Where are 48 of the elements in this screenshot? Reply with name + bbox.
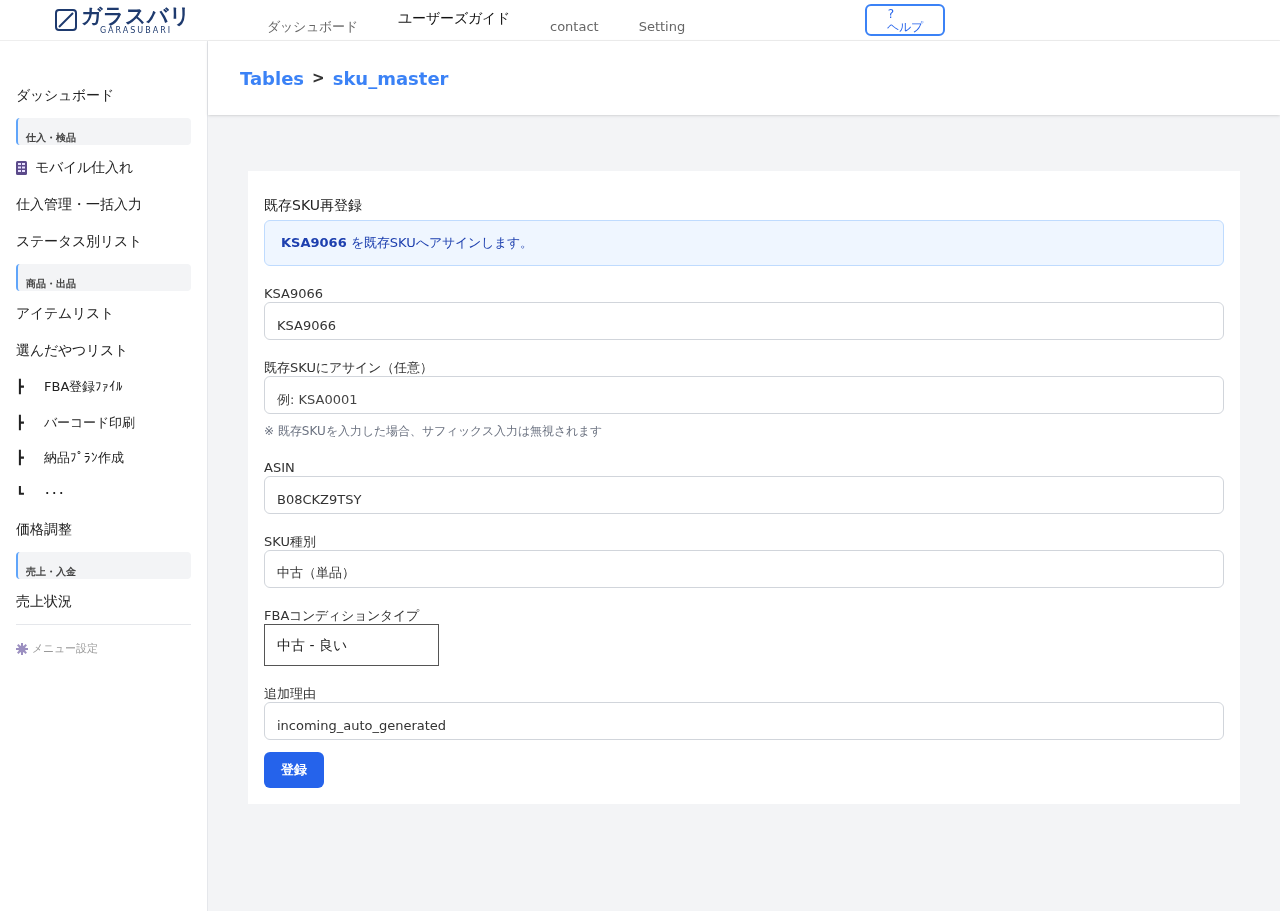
logo-text: ガラスバリ	[81, 5, 191, 27]
section-header: 商品・出品	[16, 264, 191, 291]
sidebar-link[interactable]: モバイル仕入れ	[35, 157, 133, 178]
sidebar-link[interactable]: ･･･	[44, 483, 65, 503]
hint-text: ※ 既存SKUを入力した場合、サフィックス入力は無視されます	[264, 423, 603, 440]
sidebar-link[interactable]: FBA登録ﾌｧｲﾙ	[44, 377, 124, 397]
field-label: ASIN	[264, 460, 296, 476]
logo-subtitle: GARASUBARI	[99, 26, 173, 35]
sidebar-link[interactable]: 売上状況	[0, 583, 207, 620]
sidebar-link[interactable]: アイテムリスト	[0, 295, 207, 332]
tree-branch: ┣	[16, 377, 25, 397]
breadcrumb-link[interactable]: Tables	[240, 64, 305, 92]
sidebar-link[interactable]: 仕入管理・一括入力	[0, 186, 207, 223]
help-button[interactable]: ? ヘルプ	[865, 4, 945, 36]
input-field[interactable]: B08CKZ9TSY	[264, 476, 1224, 514]
tree-branch: ┗	[16, 484, 25, 503]
sidebar-link[interactable]: 価格調整	[0, 511, 207, 548]
notice-banner: KSA9066 を既存SKUへアサインします。	[264, 220, 1224, 266]
field-label: KSA9066	[264, 286, 324, 302]
gear-icon	[16, 643, 28, 656]
logo-icon	[55, 9, 77, 31]
tree-branch: ┣	[16, 448, 25, 468]
calculator-icon	[16, 160, 27, 175]
sidebar-link[interactable]: 納品ﾌﾟﾗﾝ作成	[44, 448, 124, 468]
field-label: 追加理由	[264, 686, 317, 702]
sidebar-link[interactable]: 選んだやつリスト	[0, 332, 207, 369]
condition-select[interactable]: 中古 - 良い	[264, 624, 439, 666]
submit-button[interactable]: 登録	[264, 752, 324, 788]
sidebar-link[interactable]: ステータス別リスト	[0, 223, 207, 260]
nav-link[interactable]: Setting	[638, 16, 686, 36]
input-field[interactable]: KSA9066	[264, 302, 1224, 340]
sidebar-link[interactable]: ダッシュボード	[0, 77, 207, 114]
input-field[interactable]: 例: KSA0001	[264, 376, 1224, 414]
nav-link[interactable]: contact	[550, 16, 599, 36]
field-label: FBAコンディションタイプ	[264, 608, 421, 624]
section-header: 仕入・検品	[16, 118, 191, 145]
form-title: 既存SKU再登録	[264, 196, 363, 215]
input-field[interactable]: incoming_auto_generated	[264, 702, 1224, 740]
tree-branch: ┣	[16, 413, 25, 432]
sidebar-link[interactable]: バーコード印刷	[44, 412, 135, 432]
breadcrumb-separator: >	[312, 67, 325, 89]
nav-link[interactable]: ダッシュボード	[267, 16, 358, 36]
section-header: 売上・入金	[16, 552, 191, 579]
breadcrumb-current: sku_master	[332, 66, 449, 91]
input-field[interactable]: 中古（単品）	[264, 550, 1224, 588]
field-label: SKU種別	[264, 534, 317, 550]
field-label: 既存SKUにアサイン（任意）	[264, 360, 434, 376]
nav-link[interactable]: ユーザーズガイド	[398, 8, 510, 29]
